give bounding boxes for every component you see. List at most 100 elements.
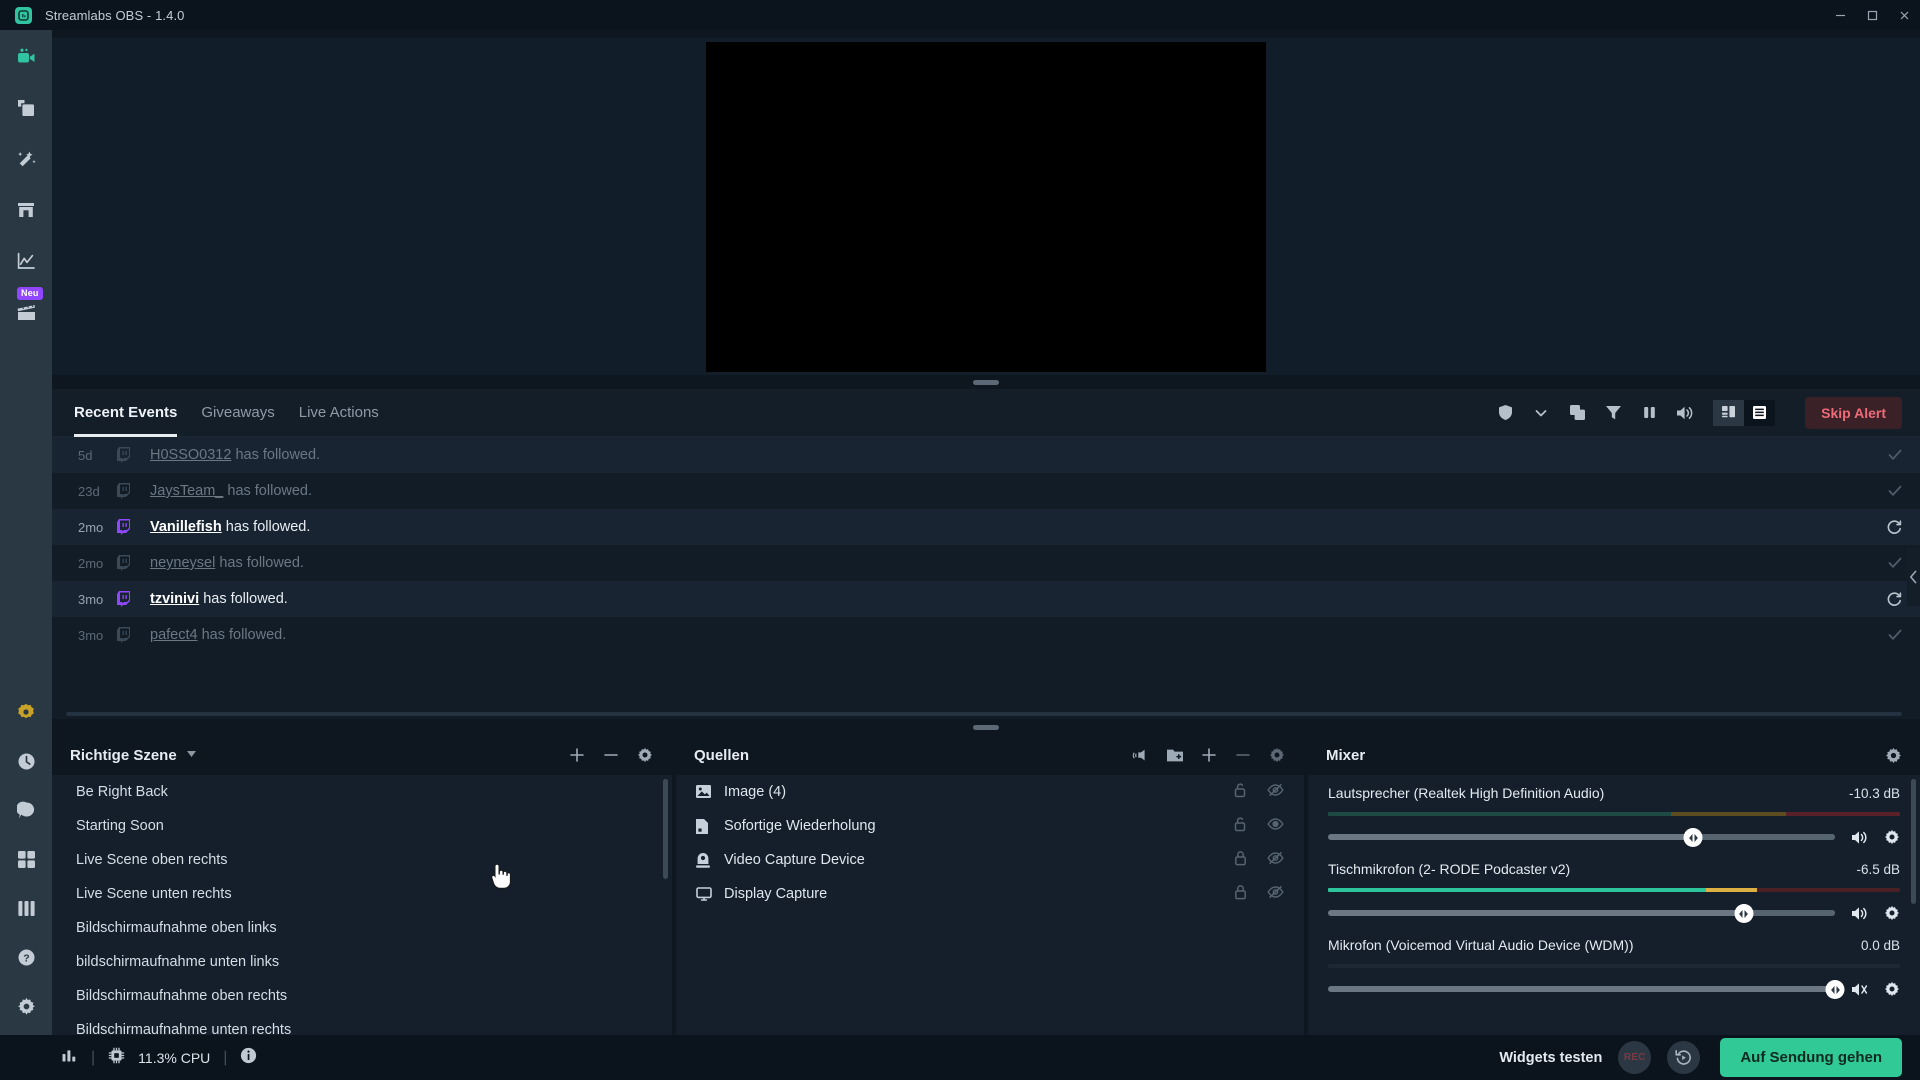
source-item[interactable]: Display Capture [676, 877, 1304, 911]
scene-item[interactable]: Be Right Back [52, 775, 672, 809]
volume-slider[interactable] [1328, 828, 1835, 847]
copy-layers-icon[interactable] [1567, 403, 1587, 423]
check-icon[interactable] [1888, 629, 1902, 641]
tab-live-actions[interactable]: Live Actions [299, 389, 379, 437]
plus-icon[interactable] [568, 746, 586, 764]
test-widgets-button[interactable]: Widgets testen [1499, 1050, 1602, 1066]
volume-slider[interactable] [1328, 904, 1835, 923]
sidebar-item-layout-editor[interactable] [13, 895, 39, 921]
mixer-channel[interactable]: Lautsprecher (Realtek High Definition Au… [1308, 775, 1920, 851]
event-row[interactable]: 23d JaysTeam_ has followed. [52, 473, 1920, 509]
sidebar-item-dashboard[interactable] [13, 248, 39, 274]
info-icon[interactable] [240, 1047, 257, 1069]
volume-slider-knob[interactable] [1825, 980, 1845, 999]
mixer-scrollbar[interactable] [1911, 779, 1916, 904]
event-username[interactable]: neyneysel [150, 555, 215, 571]
sources-list[interactable]: Image (4) Sofortige Wiederholung Video C… [676, 775, 1304, 1035]
mixer-channel[interactable]: Mikrofon (Voicemod Virtual Audio Device … [1308, 927, 1920, 1003]
speaker-volume-icon[interactable] [1675, 403, 1695, 423]
shield-icon[interactable] [1495, 403, 1515, 423]
mixer-channel[interactable]: Tischmikrofon (2- RODE Podcaster v2) -6.… [1308, 851, 1920, 927]
event-row[interactable]: 3mo tzvinivi has followed. [52, 581, 1920, 617]
event-username[interactable]: Vanillefish [150, 519, 222, 535]
volume-slider-knob[interactable] [1734, 904, 1754, 923]
pause-icon[interactable] [1639, 403, 1659, 423]
gear-icon[interactable] [1268, 746, 1286, 764]
scene-item[interactable]: Live Scene unten rechts [52, 877, 672, 911]
volume-slider-knob[interactable] [1683, 828, 1703, 847]
scene-item[interactable]: Bildschirmaufnahme oben rechts [52, 979, 672, 1013]
preview-canvas[interactable] [706, 41, 1266, 372]
event-username[interactable]: H0SSO0312 [150, 447, 231, 463]
bar-chart-icon[interactable] [62, 1048, 78, 1068]
replay-buffer-icon[interactable] [1667, 1041, 1701, 1074]
source-item[interactable]: Sofortige Wiederholung [676, 809, 1304, 843]
sidebar-item-recent-activity[interactable] [13, 748, 39, 774]
eye-off-icon[interactable] [1267, 851, 1284, 869]
gear-icon[interactable] [636, 746, 654, 764]
sidebar-item-alertbox[interactable] [13, 146, 39, 172]
sidebar-item-apps[interactable] [13, 846, 39, 872]
speaker-icon[interactable] [1851, 906, 1868, 921]
tab-giveaways[interactable]: Giveaways [201, 389, 274, 437]
gear-icon[interactable] [1884, 905, 1900, 921]
maximize-button[interactable] [1856, 0, 1888, 30]
event-username[interactable]: tzvinivi [150, 591, 199, 607]
minimize-button[interactable] [1824, 0, 1856, 30]
close-button[interactable] [1888, 0, 1920, 30]
gear-icon[interactable] [1884, 981, 1900, 997]
sidebar-item-chat[interactable] [13, 797, 39, 823]
check-icon[interactable] [1888, 557, 1902, 569]
unlock-icon[interactable] [1233, 782, 1247, 802]
scene-item[interactable]: Bildschirmaufnahme oben links [52, 911, 672, 945]
list-view-icon[interactable] [1744, 399, 1776, 426]
plus-icon[interactable] [1200, 746, 1218, 764]
replay-icon[interactable] [1887, 591, 1902, 607]
check-icon[interactable] [1888, 449, 1902, 461]
preview-resize-handle[interactable] [52, 375, 1920, 389]
filter-funnel-icon[interactable] [1603, 403, 1623, 423]
eye-icon[interactable] [1267, 817, 1284, 835]
audio-wave-icon[interactable] [1132, 746, 1150, 764]
mixer-list[interactable]: Lautsprecher (Realtek High Definition Au… [1308, 775, 1920, 1035]
scenes-list[interactable]: Be Right Back Starting Soon Live Scene o… [52, 775, 672, 1035]
record-button[interactable]: REC [1618, 1041, 1652, 1074]
source-item[interactable]: Image (4) [676, 775, 1304, 809]
gear-icon[interactable] [1884, 829, 1900, 845]
check-icon[interactable] [1888, 485, 1902, 497]
minus-icon[interactable] [1234, 746, 1252, 764]
skip-alert-button[interactable]: Skip Alert [1805, 396, 1902, 429]
panels-resize-handle[interactable] [52, 719, 1920, 735]
source-item[interactable]: Video Capture Device [676, 843, 1304, 877]
sidebar-item-help[interactable]: ? [13, 944, 39, 970]
gear-icon[interactable] [1884, 746, 1902, 764]
scene-item[interactable]: bildschirmaufnahme unten links [52, 945, 672, 979]
scene-item[interactable]: Live Scene oben rechts [52, 843, 672, 877]
event-row[interactable]: 2mo Vanillefish has followed. [52, 509, 1920, 545]
scene-item[interactable]: Starting Soon [52, 809, 672, 843]
event-row[interactable]: 5d H0SSO0312 has followed. [52, 437, 1920, 473]
sidebar-item-themes[interactable] [13, 95, 39, 121]
folder-plus-icon[interactable] [1166, 746, 1184, 764]
grid-view-icon[interactable] [1713, 399, 1745, 426]
chevron-down-icon[interactable] [1531, 403, 1551, 423]
speaker-icon[interactable] [1851, 982, 1868, 997]
go-live-button[interactable]: Auf Sendung gehen [1720, 1038, 1902, 1077]
event-row[interactable]: 3mo pafect4 has followed. [52, 617, 1920, 653]
event-username[interactable]: pafect4 [150, 627, 198, 643]
volume-slider[interactable] [1328, 980, 1845, 999]
sidebar-item-store[interactable] [13, 197, 39, 223]
sidebar-item-highlighter[interactable]: Neu [13, 287, 43, 325]
unlock-icon[interactable] [1233, 816, 1247, 836]
sidebar-item-prime[interactable] [13, 699, 39, 725]
lock-icon[interactable] [1234, 884, 1247, 904]
event-username[interactable]: JaysTeam_ [150, 483, 223, 499]
chevron-left-icon[interactable] [1907, 548, 1920, 606]
events-list[interactable]: 5d H0SSO0312 has followed. 23d JaysTeam_… [52, 437, 1920, 719]
event-row[interactable]: 2mo neyneysel has followed. [52, 545, 1920, 581]
eye-off-icon[interactable] [1267, 885, 1284, 903]
eye-off-icon[interactable] [1267, 783, 1284, 801]
sidebar-item-editor[interactable] [13, 44, 39, 70]
tab-recent-events[interactable]: Recent Events [74, 389, 178, 437]
lock-icon[interactable] [1234, 850, 1247, 870]
